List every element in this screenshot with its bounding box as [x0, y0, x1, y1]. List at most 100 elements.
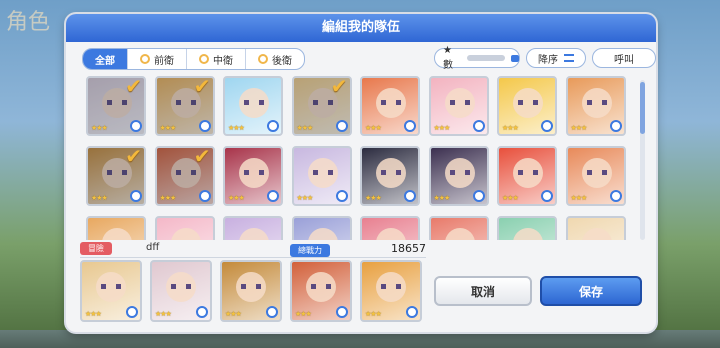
star-rating: ★★★ — [91, 194, 108, 202]
star-rating: ★★★ — [228, 124, 245, 132]
sort-field-dropdown[interactable]: ★數 — [434, 45, 520, 71]
portrait-eyes — [171, 284, 191, 289]
party-member-card[interactable]: ★★★ — [290, 260, 352, 322]
character-card[interactable]: ★★★ — [497, 76, 557, 136]
character-card[interactable] — [497, 216, 557, 240]
star-rating: ★★★ — [433, 194, 451, 202]
portrait-eyes — [311, 284, 331, 289]
character-card[interactable]: ★★★ — [360, 146, 420, 206]
character-portrait — [444, 228, 475, 240]
total-power-value: 18657 — [391, 242, 426, 255]
selected-check-icon: ✔ — [330, 76, 348, 98]
sort-field-slot — [467, 55, 506, 61]
character-card[interactable]: ★★★ — [565, 146, 626, 206]
rank-icon — [406, 306, 418, 318]
character-portrait — [376, 228, 406, 240]
sort-field-label: ★數 — [443, 45, 453, 71]
star-rating: ★★★ — [296, 194, 314, 202]
star-rating: ★★★ — [225, 310, 242, 318]
sort-order-button[interactable]: 降序 — [526, 48, 586, 68]
rank-icon — [130, 120, 142, 132]
star-rating: ★★★ — [155, 310, 172, 318]
character-card[interactable] — [223, 216, 283, 240]
rank-icon — [267, 190, 279, 202]
selected-check-icon: ✔ — [125, 76, 142, 98]
selected-check-icon: ✔ — [193, 76, 211, 98]
character-card[interactable]: ★★★ — [360, 76, 420, 136]
character-card[interactable]: ✔ ★★★ — [154, 146, 215, 206]
call-label: 呼叫 — [614, 54, 634, 66]
character-card[interactable]: ✔ ★★★ — [86, 76, 146, 136]
star-rating: ★★★ — [295, 310, 312, 318]
rank-icon — [198, 190, 211, 202]
cancel-button[interactable]: 取消 — [434, 276, 532, 306]
character-card[interactable]: ✔ ★★★ — [291, 76, 352, 136]
rank-icon — [267, 120, 279, 132]
portrait-eyes — [518, 170, 538, 175]
tab-all[interactable]: 全部 — [83, 49, 128, 69]
character-card[interactable] — [565, 216, 626, 240]
scrollbar-thumb[interactable] — [640, 82, 645, 134]
rank-icon — [198, 120, 211, 132]
character-card[interactable]: ★★★ — [291, 146, 352, 206]
rank-icon — [335, 120, 348, 132]
selected-check-icon: ✔ — [193, 146, 211, 168]
portrait-eyes — [381, 170, 401, 175]
star-rating: ★★★ — [159, 194, 177, 202]
portrait-eyes — [449, 100, 470, 105]
party-member-card[interactable]: ★★★ — [150, 260, 212, 322]
character-card[interactable]: ★★★ — [428, 76, 489, 136]
star-rating: ★★★ — [570, 194, 588, 202]
call-button[interactable]: 呼叫 — [592, 48, 656, 68]
character-card[interactable] — [154, 216, 215, 240]
rank-icon — [196, 306, 208, 318]
character-card[interactable]: ✔ ★★★ — [86, 146, 146, 206]
portrait-eyes — [449, 170, 470, 175]
rank-icon — [266, 306, 278, 318]
party-member-card[interactable]: ★★★ — [360, 260, 422, 322]
character-card[interactable]: ★★★ — [428, 146, 489, 206]
character-card[interactable] — [360, 216, 420, 240]
character-portrait — [102, 228, 132, 240]
portrait-eyes — [586, 100, 607, 105]
sort-lines-icon — [564, 54, 574, 62]
tab-label: 中衛 — [213, 55, 233, 67]
party-member-card[interactable]: ★★★ — [220, 260, 282, 322]
star-rating: ★★★ — [502, 124, 519, 132]
portrait-eyes — [312, 170, 333, 175]
rank-icon — [472, 120, 485, 132]
party-name: dff — [146, 242, 160, 253]
character-card[interactable]: ★★★ — [223, 146, 283, 206]
save-button[interactable]: 保存 — [540, 276, 642, 306]
total-power-label: 總戰力 — [290, 244, 330, 257]
character-portrait — [581, 228, 612, 240]
character-portrait — [513, 228, 543, 240]
star-rating: ★★★ — [85, 310, 102, 318]
portrait-eyes — [586, 170, 607, 175]
rank-icon — [609, 120, 622, 132]
rank-icon — [541, 190, 553, 202]
character-card[interactable] — [86, 216, 146, 240]
character-card[interactable]: ✔ ★★★ — [154, 76, 215, 136]
front-position-icon — [140, 54, 150, 64]
star-rating: ★★★ — [433, 124, 451, 132]
tab-label: 全部 — [95, 55, 115, 67]
roster-scrollbar[interactable] — [640, 80, 645, 240]
dropdown-icon — [511, 54, 519, 62]
character-card[interactable]: ★★★ — [223, 76, 283, 136]
star-rating: ★★★ — [502, 194, 519, 202]
rank-icon — [609, 190, 622, 202]
background-bottom-menu — [0, 330, 720, 348]
tab-front[interactable]: 前衛 — [128, 49, 187, 69]
character-card[interactable]: ★★★ — [497, 146, 557, 206]
character-card[interactable]: ★★★ — [565, 76, 626, 136]
star-rating: ★★★ — [228, 194, 245, 202]
portrait-eyes — [241, 284, 261, 289]
party-member-card[interactable]: ★★★ — [80, 260, 142, 322]
character-card[interactable] — [291, 216, 352, 240]
party-members: ★★★ ★★★ ★★★ ★★★ ★★★ — [80, 260, 426, 326]
tab-middle[interactable]: 中衛 — [187, 49, 246, 69]
character-card[interactable] — [428, 216, 489, 240]
tab-back[interactable]: 後衛 — [246, 49, 304, 69]
party-divider — [80, 257, 426, 258]
